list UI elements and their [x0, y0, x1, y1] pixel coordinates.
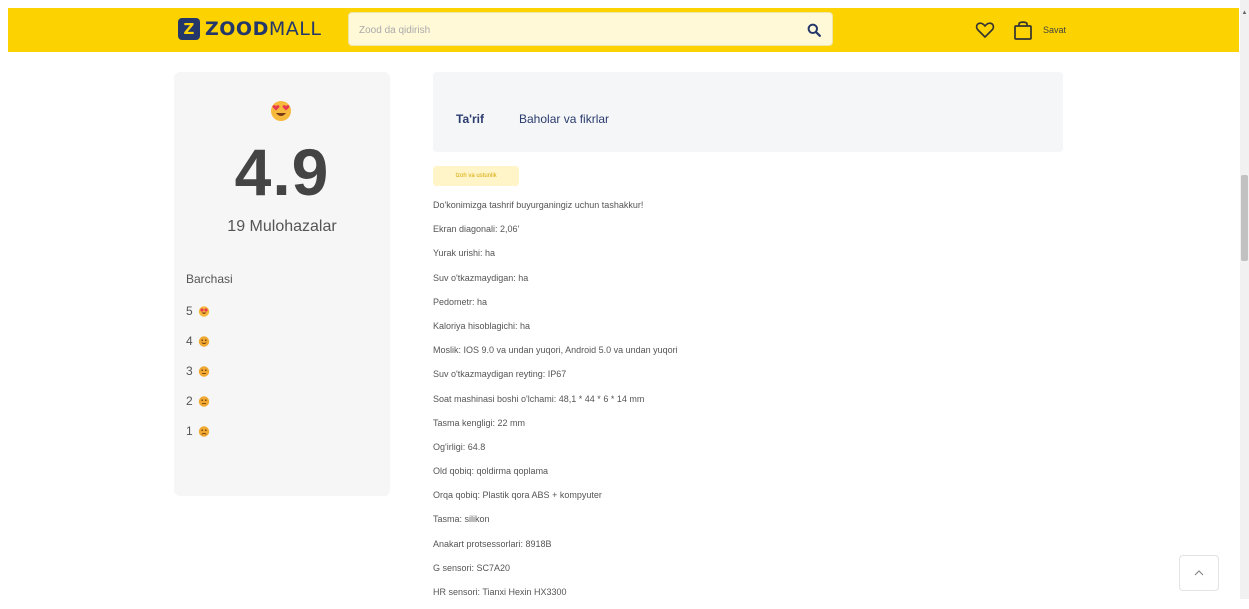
spec-line: Ekran diagonali: 2,06': [433, 224, 520, 235]
star-level-label: 2: [186, 394, 193, 408]
neutral-emoji-icon: [198, 366, 210, 377]
product-tabs-bar: Ta'rif Baholar va fikrlar: [433, 72, 1063, 152]
cart-button[interactable]: [1012, 19, 1034, 41]
spec-line: Moslik: IOS 9.0 va undan yuqori, Android…: [433, 345, 678, 356]
shopping-bag-icon: [1014, 21, 1032, 40]
search-icon: [807, 23, 821, 37]
spec-line: Tasma kengligi: 22 mm: [433, 417, 526, 428]
spec-line: Yurak urishi: ha: [433, 248, 496, 259]
info-chip: Izoh va ustunlik: [433, 166, 519, 186]
product-specs-list: Do'konimizga tashrif buyurganingiz uchun…: [433, 198, 1033, 609]
tab-description[interactable]: Ta'rif: [456, 112, 484, 126]
filter-all-reviews[interactable]: Barchasi: [186, 272, 233, 286]
top-header-bar: Z ZOODMALL Savat: [8, 8, 1239, 52]
wishlist-button[interactable]: [975, 21, 995, 39]
smile-emoji-icon: [198, 336, 210, 347]
frown-emoji-icon: [198, 396, 210, 407]
spec-line: Suv o'tkazmaydigan reyting: IP67: [433, 369, 567, 380]
cart-label[interactable]: Savat: [1043, 25, 1066, 35]
search-button[interactable]: [804, 20, 824, 40]
filter-3-stars[interactable]: 3: [186, 364, 210, 378]
heart-icon: [975, 22, 995, 39]
search-input[interactable]: [359, 21, 779, 39]
star-level-label: 3: [186, 364, 193, 378]
chevron-up-icon: [1194, 570, 1204, 576]
spec-line: Old qobiq: qoldirma qoplama: [433, 466, 549, 477]
search-box: [348, 12, 833, 46]
filter-2-stars[interactable]: 2: [186, 394, 210, 408]
spec-line: Anakart protsessorlari: 8918B: [433, 538, 552, 549]
spec-line: Soat mashinasi boshi o'lchami: 48,1 * 44…: [433, 393, 645, 404]
zoodmall-logo[interactable]: Z ZOODMALL: [178, 18, 321, 40]
spec-line: Kaloriya hisoblagichi: ha: [433, 320, 531, 331]
spec-line: Og'irligi: 64.8: [433, 441, 486, 452]
star-level-label: 1: [186, 424, 193, 438]
spec-line: Do'konimizga tashrif buyurganingiz uchun…: [433, 200, 644, 210]
spec-line: Tasma: silikon: [433, 514, 490, 525]
sad-emoji-icon: [198, 426, 210, 437]
logo-text-light: MALL: [268, 18, 322, 40]
tab-reviews[interactable]: Baholar va fikrlar: [519, 112, 609, 126]
star-level-label: 5: [186, 304, 193, 318]
spec-line: G sensori: SC7A20: [433, 562, 511, 573]
heart-eyes-emoji-icon: [198, 306, 210, 317]
heart-eyes-emoji-icon: [269, 98, 293, 127]
logo-mark-icon: Z: [178, 18, 200, 40]
filter-5-stars[interactable]: 5: [186, 304, 210, 318]
filter-4-stars[interactable]: 4: [186, 334, 210, 348]
page-scrollbar-track[interactable]: [1240, 0, 1249, 599]
page-scrollbar-thumb[interactable]: [1241, 175, 1248, 261]
spec-line: Orqa qobiq: Plastik qora ABS + kompyuter: [433, 490, 602, 501]
reviews-count: 19 Mulohazalar: [227, 218, 337, 235]
star-level-label: 4: [186, 334, 193, 348]
rating-summary-card: 4.9 19 Mulohazalar Barchasi 5 4 3 2 1: [174, 72, 390, 496]
back-to-top-button[interactable]: [1179, 555, 1219, 591]
spec-line: Pedometr: ha: [433, 296, 488, 307]
scroll-up-arrow-icon[interactable]: ▲: [1241, 10, 1248, 16]
average-rating-score: 4.9: [234, 135, 330, 209]
logo-text-bold: ZOOD: [205, 18, 269, 40]
spec-line: Suv o'tkazmaydigan: ha: [433, 272, 529, 283]
filter-1-star[interactable]: 1: [186, 424, 210, 438]
spec-line: HR sensori: Tianxi Hexin HX3300: [433, 587, 567, 597]
